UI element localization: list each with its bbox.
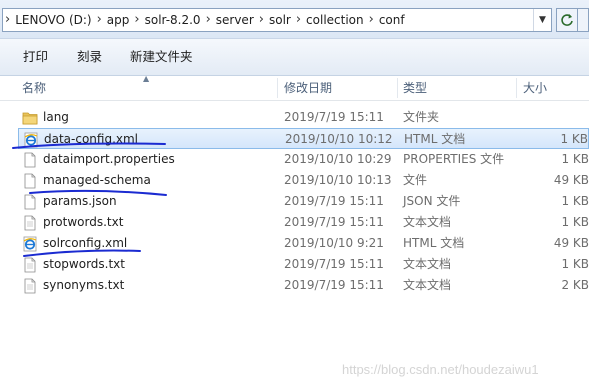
annotation-underline bbox=[29, 189, 167, 196]
annotation-underline bbox=[23, 249, 141, 257]
watermark: https://blog.csdn.net/houdezaiwu1 bbox=[342, 362, 539, 377]
annotation-underlines bbox=[12, 142, 167, 257]
annotation-underline bbox=[12, 142, 166, 149]
